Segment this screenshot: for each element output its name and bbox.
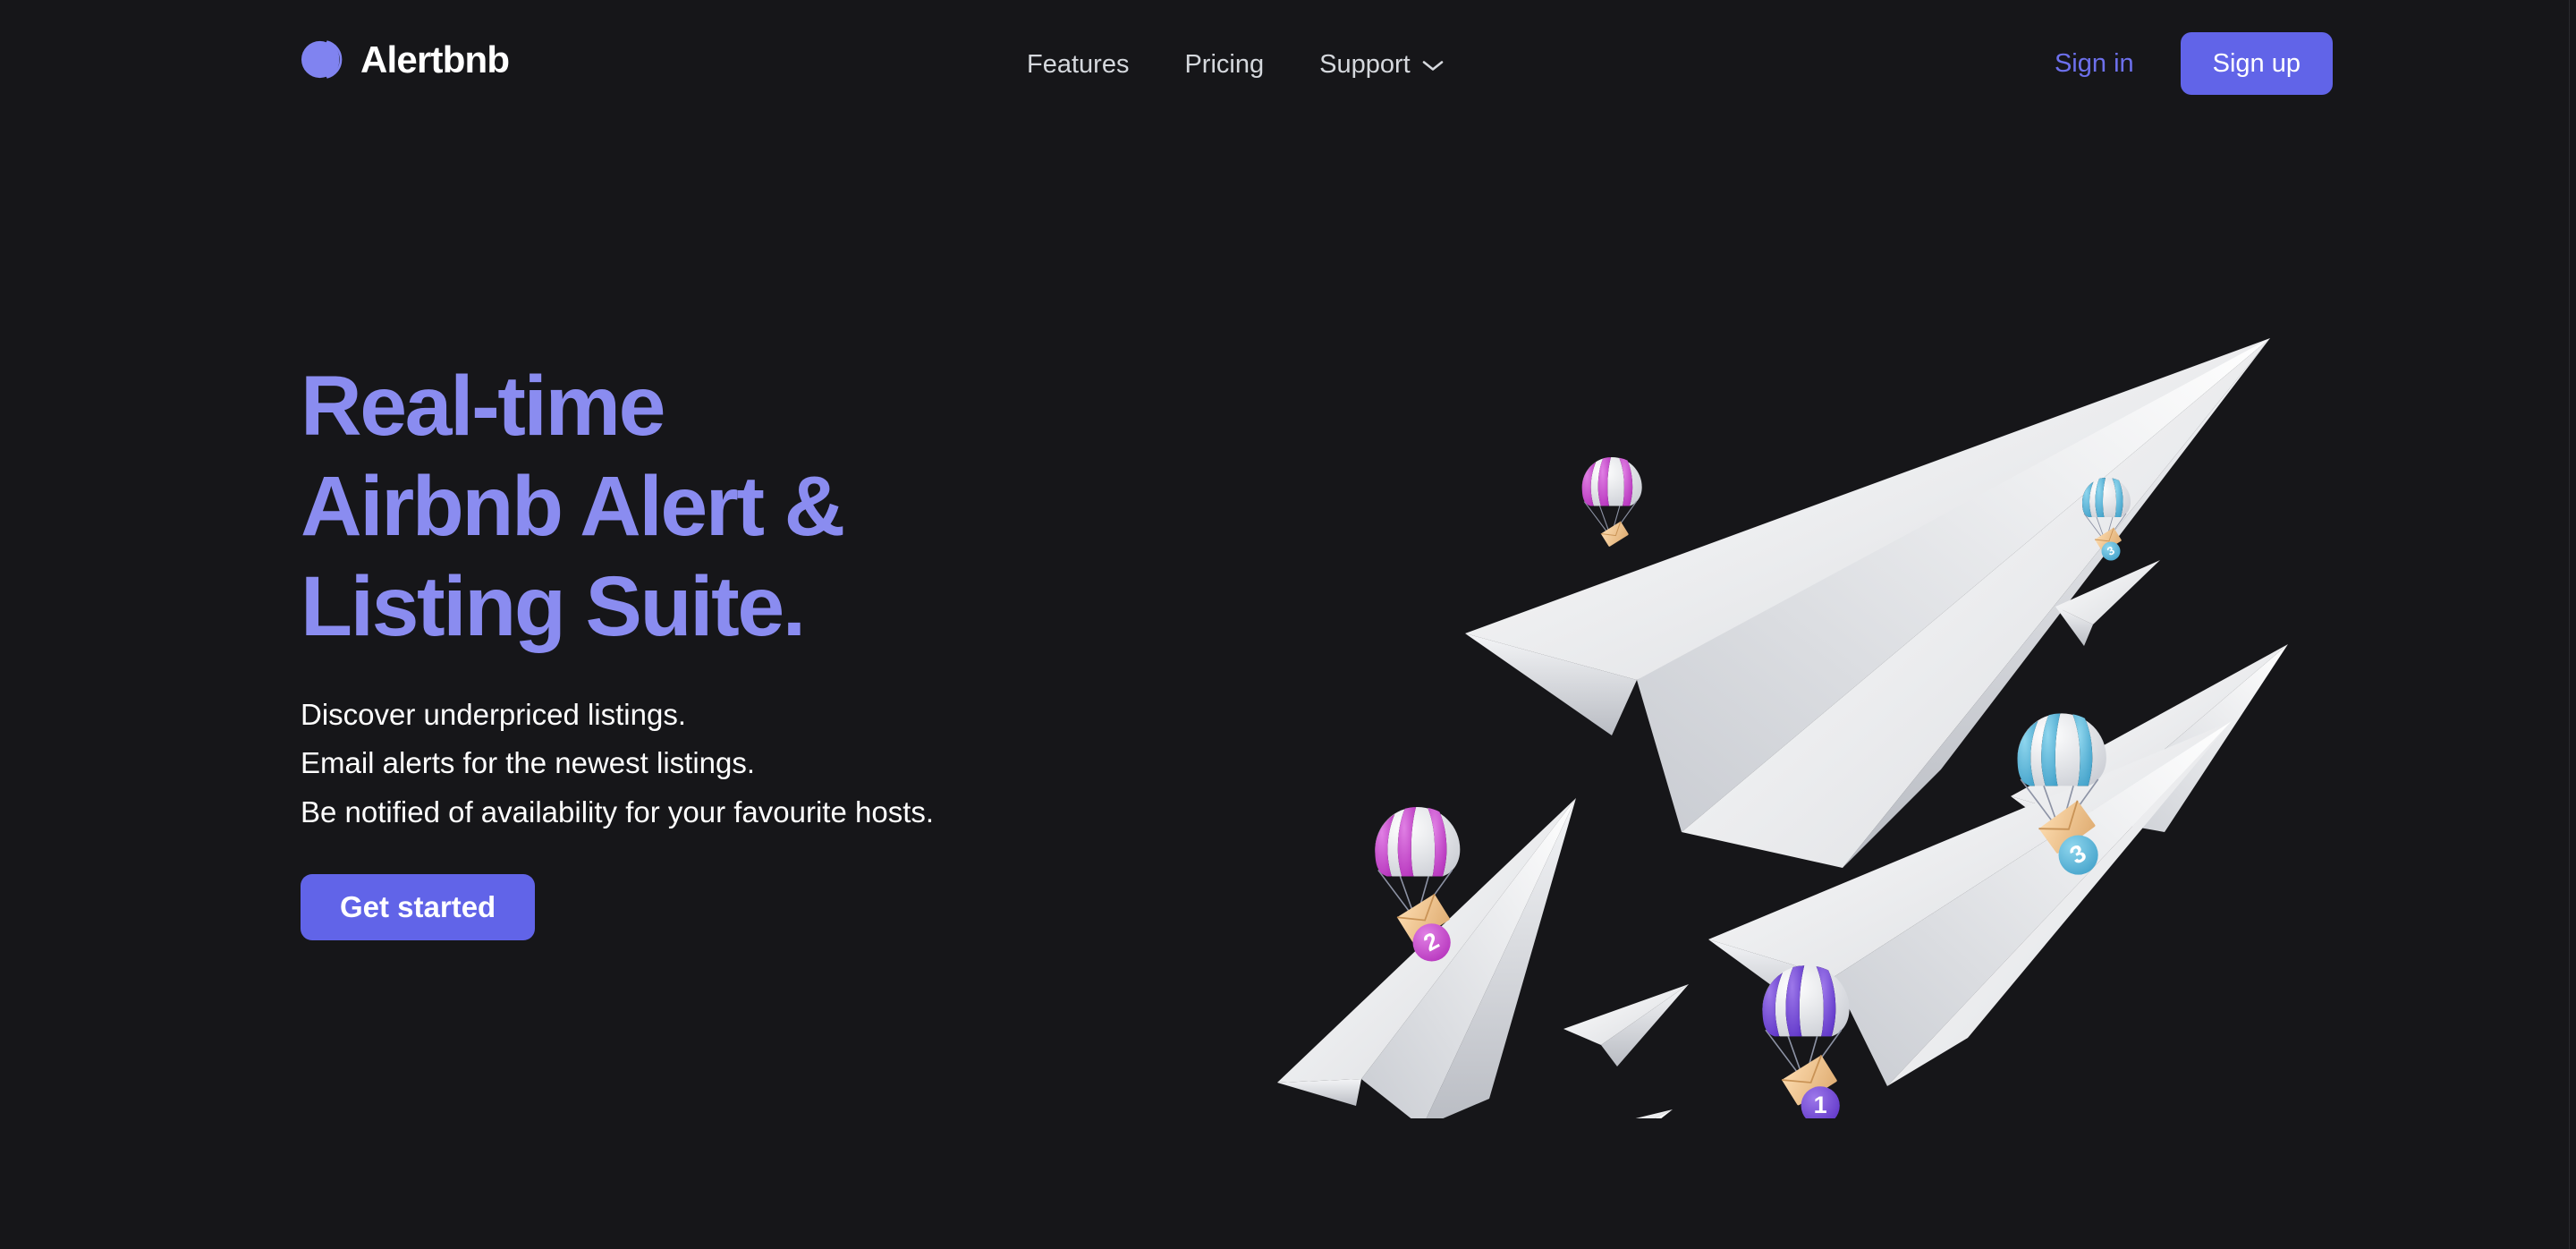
get-started-button[interactable]: Get started [301,873,536,940]
hero-subtitle-line-1: Discover underpriced listings. [301,698,687,732]
svg-text:1: 1 [1814,1092,1827,1118]
parachute-magenta-badge2: 2 [1374,806,1462,962]
hero-title-line-1: Real-time [301,359,665,454]
hero-subtitle-line-2: Email alerts for the newest listings. [301,746,756,780]
landing-page: Alertbnb Features Pricing Support Sign i… [0,0,2576,1249]
hero-title-line-3: Listing Suite. [301,559,806,655]
paper-planes-parachute-mail-illustration: 3 2 3 1 [1261,295,2317,1118]
paper-plane-tiny-center [1563,984,1689,1066]
paper-plane-bottom [1635,1109,1673,1118]
hero-title: Real-time Airbnb Alert & Listing Suite. [301,356,1213,657]
mail-badge-3-small: 3 [2101,541,2121,561]
hero-subtitle-line-3: Be notified of availability for your fav… [301,794,935,828]
hero-title-line-2: Airbnb Alert & [301,459,845,555]
parachute-magenta-top [1581,456,1643,547]
mail-badge-2: 2 [1412,923,1451,962]
hero-section: Real-time Airbnb Alert & Listing Suite. … [0,0,2576,1249]
parachute-purple-badge1: 1 [1761,964,1851,1118]
hero-subtitle: Discover underpriced listings. Email ale… [301,691,1213,836]
mail-badge-3: 3 [2058,835,2098,875]
hero-copy: Real-time Airbnb Alert & Listing Suite. … [301,356,1213,940]
page-scrollbar[interactable] [2569,0,2576,1249]
